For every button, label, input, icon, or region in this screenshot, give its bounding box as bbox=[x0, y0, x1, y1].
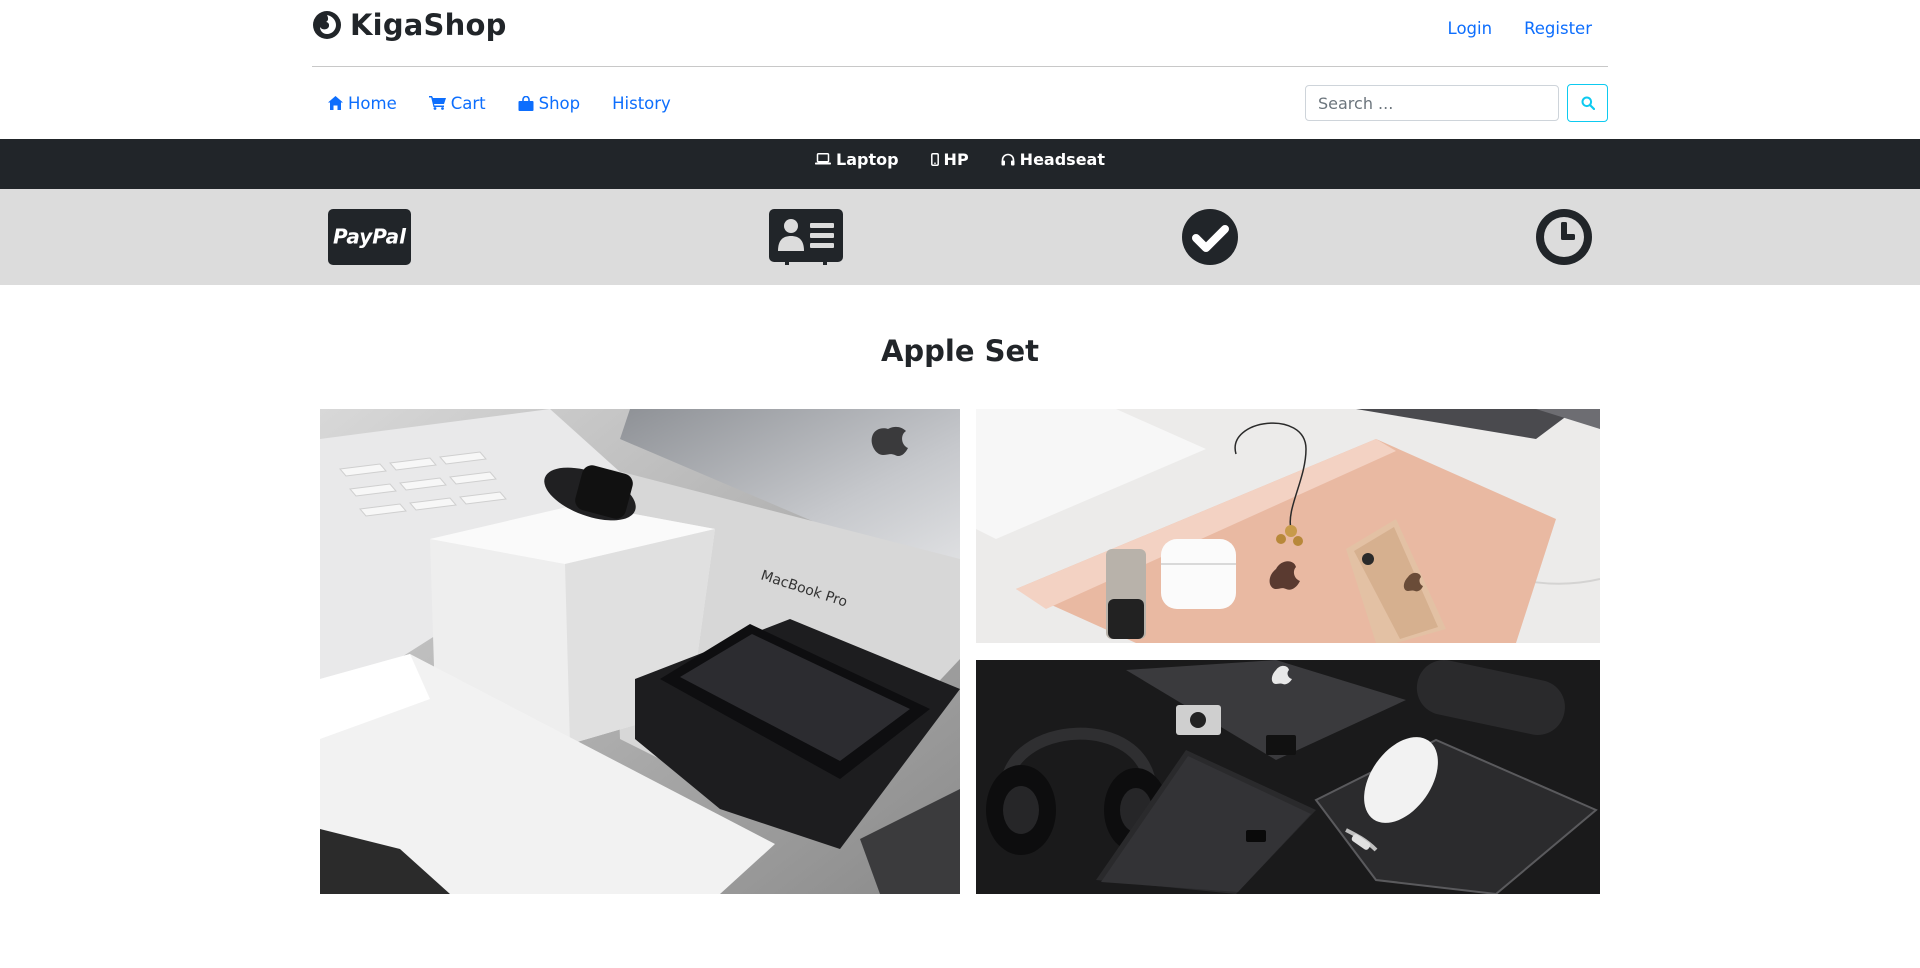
product-image-rose-gold-set[interactable] bbox=[976, 409, 1600, 643]
nav-home-label: Home bbox=[348, 93, 397, 113]
paypal-icon-text: PayPal bbox=[333, 225, 407, 249]
search-button[interactable] bbox=[1567, 84, 1608, 122]
category-laptop[interactable]: Laptop bbox=[815, 150, 899, 169]
home-icon bbox=[328, 96, 348, 110]
cart-icon bbox=[428, 96, 451, 110]
category-headseat[interactable]: Headseat bbox=[1001, 150, 1105, 169]
nav-home[interactable]: Home bbox=[328, 94, 397, 113]
top-bar: KigaShop Login Register bbox=[312, 0, 1608, 67]
nav-links: Home Cart Shop History bbox=[312, 94, 703, 113]
nav-cart[interactable]: Cart bbox=[428, 93, 486, 113]
main-nav: Home Cart Shop History bbox=[312, 67, 1608, 139]
main-content: Apple Set MacBook Pro bbox=[0, 333, 1920, 894]
shopping-bag-icon bbox=[518, 95, 539, 111]
category-hp[interactable]: HP bbox=[930, 149, 969, 169]
feature-clock bbox=[1535, 209, 1592, 265]
brand-name: KigaShop bbox=[350, 8, 507, 42]
product-image-dark-set[interactable] bbox=[976, 660, 1600, 894]
category-headseat-label: Headseat bbox=[1019, 149, 1105, 169]
feature-id-card bbox=[769, 209, 844, 265]
headphones-icon bbox=[1001, 153, 1020, 166]
paypal-icon: PayPal bbox=[328, 209, 411, 265]
search-input[interactable] bbox=[1305, 85, 1559, 121]
nav-shop[interactable]: Shop bbox=[518, 93, 581, 113]
header: KigaShop Login Register Home Cart Shop H… bbox=[312, 0, 1608, 139]
category-laptop-label: Laptop bbox=[836, 149, 899, 169]
search-form bbox=[1305, 84, 1608, 122]
category-bar: Laptop HP Headseat bbox=[0, 139, 1920, 189]
nav-cart-label: Cart bbox=[450, 93, 486, 113]
nav-shop-label: Shop bbox=[538, 93, 581, 113]
firefox-logo-icon bbox=[312, 10, 342, 40]
category-hp-label: HP bbox=[943, 149, 969, 169]
mobile-icon bbox=[930, 152, 944, 166]
feature-check bbox=[1181, 209, 1238, 265]
features-band: PayPal bbox=[0, 189, 1920, 285]
feature-paypal: PayPal bbox=[328, 209, 411, 265]
nav-history[interactable]: History bbox=[612, 94, 671, 113]
search-icon bbox=[1581, 96, 1595, 110]
register-link[interactable]: Register bbox=[1524, 19, 1592, 38]
brand-link[interactable]: KigaShop bbox=[312, 8, 507, 42]
page-title: Apple Set bbox=[880, 334, 1040, 368]
check-circle-icon bbox=[1181, 209, 1238, 265]
gallery-right-column bbox=[976, 409, 1600, 894]
product-image-apple-watch-iphone[interactable]: MacBook Pro bbox=[320, 409, 960, 894]
laptop-icon bbox=[815, 153, 836, 165]
login-link[interactable]: Login bbox=[1448, 19, 1493, 38]
product-gallery: MacBook Pro bbox=[320, 409, 1600, 894]
clock-icon bbox=[1535, 209, 1592, 265]
id-card-icon bbox=[769, 209, 844, 265]
auth-links: Login Register bbox=[1416, 19, 1592, 38]
nav-history-label: History bbox=[612, 93, 671, 113]
